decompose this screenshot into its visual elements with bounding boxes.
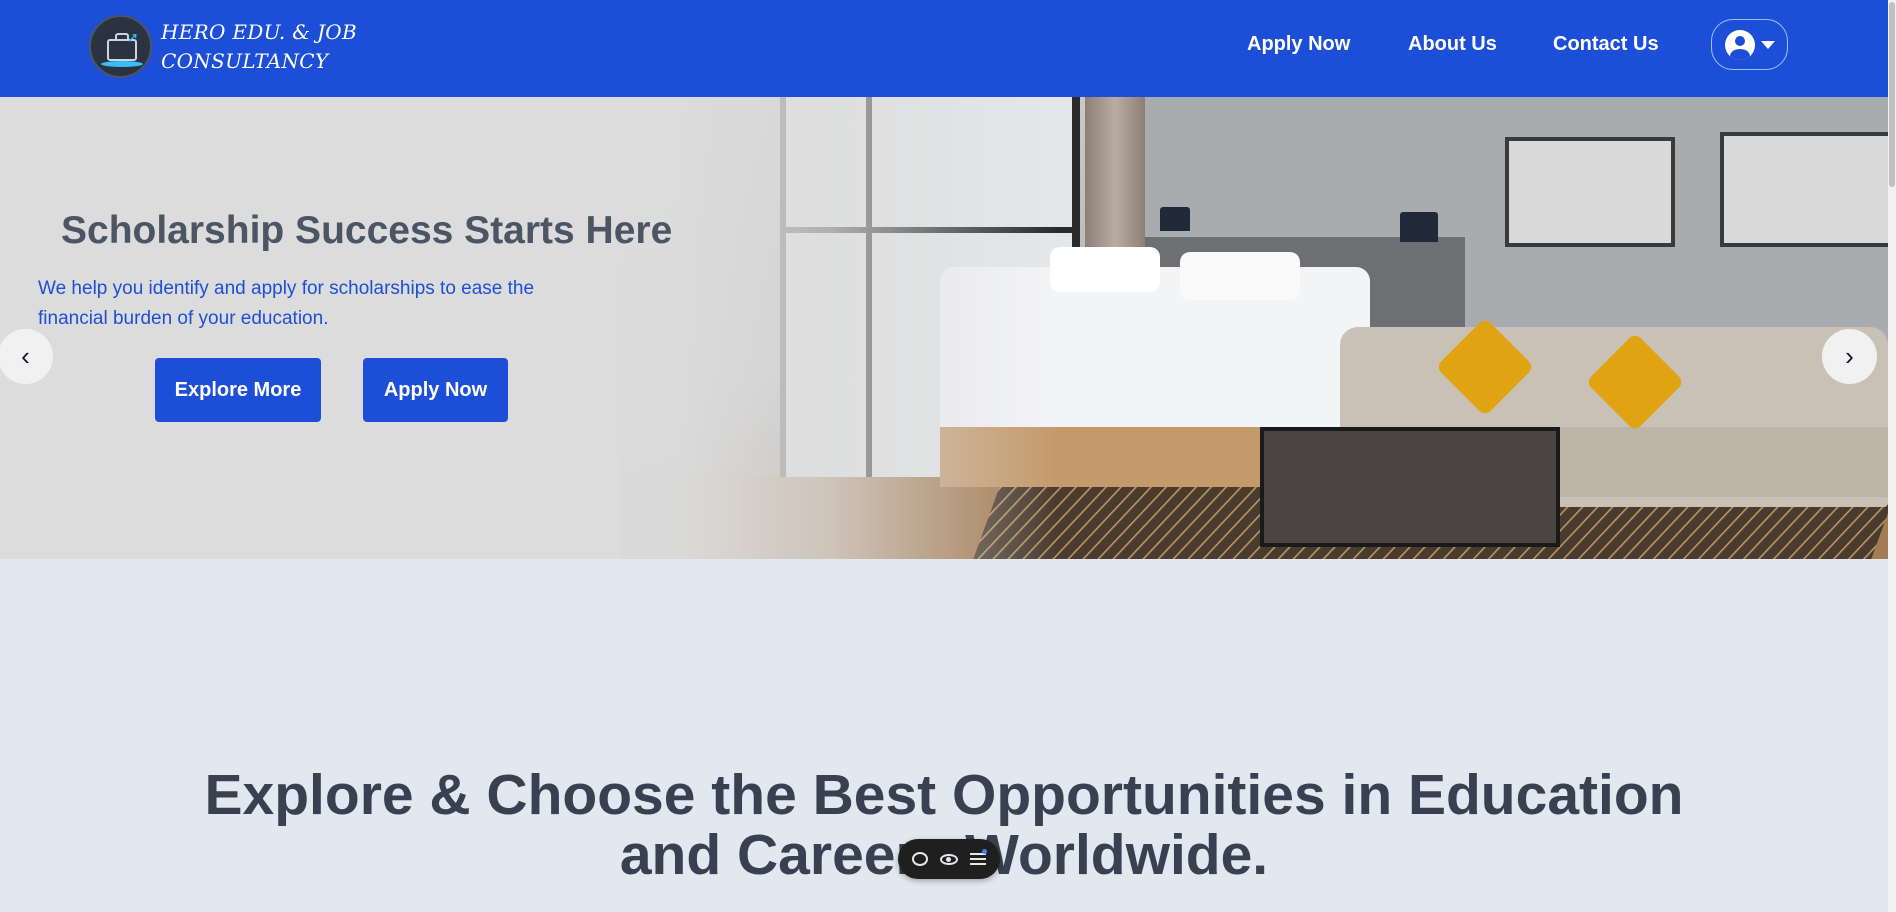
brand-name: HERO EDU. & JOB CONSULTANCY bbox=[161, 18, 357, 76]
chat-icon[interactable] bbox=[912, 852, 928, 866]
list-icon[interactable] bbox=[970, 849, 987, 865]
user-circle-icon bbox=[1724, 29, 1755, 60]
brand-name-line2: CONSULTANCY bbox=[161, 48, 329, 73]
hero-subtitle: We help you identify and apply for schol… bbox=[38, 278, 535, 329]
scrollbar-thumb[interactable] bbox=[1889, 2, 1895, 187]
navbar: ➚ HERO EDU. & JOB CONSULTANCY Apply Now … bbox=[0, 0, 1888, 97]
eye-icon[interactable] bbox=[940, 853, 958, 865]
brand-name-line1: HERO EDU. & JOB bbox=[161, 19, 357, 44]
user-menu-button[interactable] bbox=[1711, 19, 1788, 70]
nav-apply-now-link[interactable]: Apply Now bbox=[1247, 33, 1350, 56]
carousel-prev-button[interactable]: ‹ bbox=[0, 329, 53, 384]
hero-carousel: Scholarship Success Starts Here We help … bbox=[0, 97, 1888, 559]
brand[interactable]: ➚ HERO EDU. & JOB CONSULTANCY bbox=[89, 15, 357, 78]
logo-icon: ➚ bbox=[89, 15, 152, 78]
carousel-next-button[interactable]: › bbox=[1822, 329, 1877, 384]
floating-toolbar bbox=[898, 839, 1000, 879]
vertical-scrollbar[interactable] bbox=[1888, 0, 1896, 912]
caret-down-icon bbox=[1760, 40, 1775, 49]
chevron-right-icon: › bbox=[1845, 341, 1854, 371]
hero-title: Scholarship Success Starts Here bbox=[61, 209, 673, 252]
headline-line1: Explore & Choose the Best Opportunities … bbox=[204, 763, 1684, 827]
nav-about-us-link[interactable]: About Us bbox=[1408, 33, 1497, 56]
chevron-left-icon: ‹ bbox=[21, 341, 30, 371]
nav-contact-us-link[interactable]: Contact Us bbox=[1553, 33, 1659, 56]
explore-more-button[interactable]: Explore More bbox=[155, 358, 321, 422]
hero-apply-now-button[interactable]: Apply Now bbox=[363, 358, 508, 422]
